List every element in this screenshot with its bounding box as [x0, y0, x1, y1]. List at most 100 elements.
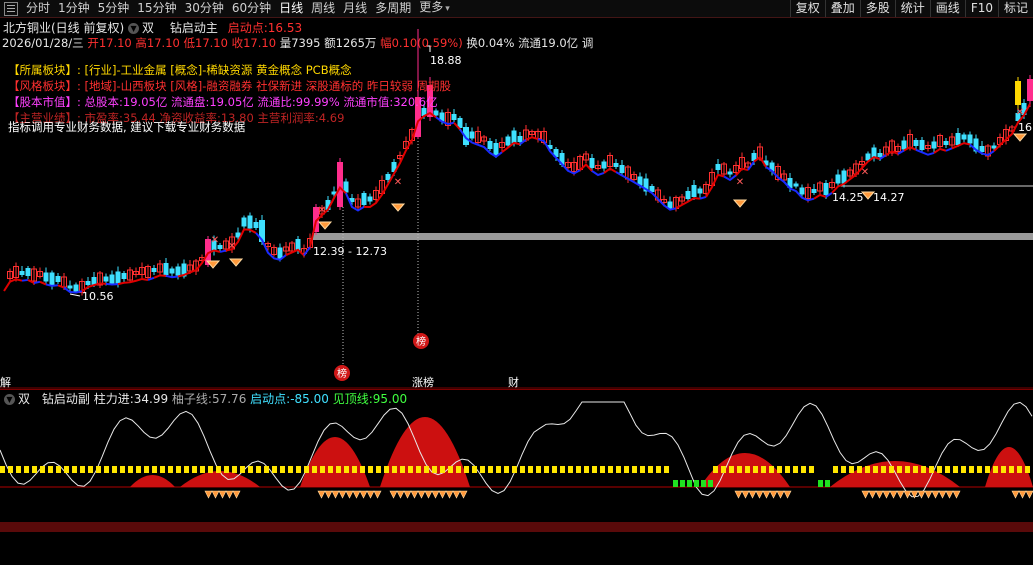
toolbar-button-0[interactable]: 复权 [789, 0, 825, 17]
tab-9[interactable]: 多周期 [371, 0, 415, 17]
diamond-icon [352, 490, 361, 499]
candle-body [43, 272, 49, 282]
yellow-dash [408, 466, 413, 473]
candle-body [823, 183, 829, 195]
candle-body [877, 153, 883, 157]
diamond-icon [438, 490, 447, 499]
ma-line [735, 167, 749, 177]
candle-body [103, 276, 109, 282]
yellow-dash [112, 466, 117, 473]
green-dash [673, 480, 678, 487]
low-price-pointer [69, 293, 81, 297]
sub-indicator-pane[interactable] [0, 389, 1033, 565]
tab-7[interactable]: 周线 [307, 0, 339, 17]
diamond-icon [896, 490, 905, 499]
chevron-down-icon[interactable]: ▼ [128, 23, 140, 34]
yellow-dash [248, 466, 253, 473]
yellow-dash [769, 466, 774, 473]
sub-mode[interactable]: 双 [18, 392, 30, 406]
diamond-icon [317, 490, 326, 499]
toolbar-button-1[interactable]: 叠加 [824, 0, 860, 17]
menu-icon[interactable] [4, 1, 18, 16]
yellow-dash [440, 466, 445, 473]
ma-line [591, 170, 605, 177]
tab-4[interactable]: 30分钟 [181, 0, 228, 17]
yellow-dash [929, 466, 934, 473]
tab-5[interactable]: 60分钟 [228, 0, 275, 17]
yellow-dash [600, 466, 605, 473]
yellow-dash [953, 466, 958, 473]
cross-icon: ✕ [228, 241, 236, 252]
diamond-icon [755, 490, 764, 499]
quote-amt: 1265万 [335, 36, 377, 50]
diamond-icon [403, 490, 412, 499]
tab-6[interactable]: 日线 [275, 0, 307, 17]
candle-body [979, 146, 985, 152]
yellow-dash [88, 466, 93, 473]
yellow-dash [24, 466, 29, 473]
tab-3[interactable]: 15分钟 [133, 0, 180, 17]
yellow-dash [16, 466, 21, 473]
yellow-dash [352, 466, 357, 473]
yellow-dash [136, 466, 141, 473]
chevron-down-icon[interactable]: ▼ [4, 394, 15, 405]
yellow-dash [993, 466, 998, 473]
yellow-dash [448, 466, 453, 473]
yellow-dash [713, 466, 718, 473]
yellow-dash [144, 466, 149, 473]
toolbar-button-2[interactable]: 多股 [859, 0, 895, 17]
stock-title: 北方铜业(日线 前复权) [3, 21, 125, 35]
sub-indicator-canvas[interactable] [0, 390, 1033, 565]
yellow-dash [785, 466, 790, 473]
ma-line [21, 278, 29, 282]
quote-vol-label: 量 [279, 36, 292, 50]
candle-body [589, 158, 595, 168]
main-indicator-name[interactable]: 钻启动主 [170, 21, 218, 35]
candle-body [505, 136, 511, 146]
period-tabs: 分时 1分钟 5分钟 15分钟 30分钟 60分钟 日线 周线 月线 多周期 更多 [0, 0, 454, 17]
green-dash [818, 480, 823, 487]
yellow-dash [128, 466, 133, 473]
quote-line: 2026/01/28/三 开17.10 高17.10 低17.10 收17.10… [2, 35, 593, 51]
sub-indicator-name[interactable]: 钻启动副 [42, 392, 90, 406]
diamond-icon [317, 221, 333, 230]
diamond-icon [211, 490, 220, 499]
tab-1[interactable]: 1分钟 [54, 0, 94, 17]
yellow-dash [592, 466, 597, 473]
range-label: 12.39 - 12.73 [313, 245, 387, 258]
toolbar-button-3[interactable]: 统计 [894, 0, 930, 17]
cap-label: 【股本市值】: [8, 95, 81, 109]
diamond-icon [396, 490, 405, 499]
toolbar-button-6[interactable]: 标记 [997, 0, 1033, 17]
start-point-label: 启动点: [227, 21, 268, 35]
toolbar-button-4[interactable]: 画线 [929, 0, 965, 17]
yellow-dash [1017, 466, 1022, 473]
quote-open: 17.10 [98, 36, 132, 50]
candle-body [1015, 81, 1021, 105]
red-hill [830, 461, 960, 487]
yellow-dash [977, 466, 982, 473]
tab-8[interactable]: 月线 [339, 0, 371, 17]
toolbar-button-5[interactable]: F10 [964, 0, 998, 17]
tab-2[interactable]: 5分钟 [94, 0, 134, 17]
yellow-dash [304, 466, 309, 473]
ma-line [27, 279, 35, 284]
ma-line [153, 274, 167, 279]
tab-0[interactable]: 分时 [22, 0, 54, 17]
candle-body [691, 185, 697, 197]
sub-indicator-header: ▼ 双 钻启动副 柱力进:34.99 柚子线:57.76 启动点:-85.00 见… [4, 390, 407, 407]
quote-low: 17.10 [195, 36, 228, 50]
diamond-icon [459, 490, 468, 499]
diamond-icon [218, 490, 227, 499]
sub-start-value: -85.00 [290, 392, 329, 406]
diamond-icon [359, 490, 368, 499]
tab-10[interactable]: 更多 [415, 0, 454, 18]
yellow-dash [1025, 466, 1030, 473]
candle-body [67, 285, 73, 289]
yellow-dash [104, 466, 109, 473]
diamond-icon [1011, 490, 1020, 499]
cai-marker: 财 [508, 375, 519, 389]
ma-line [699, 195, 707, 200]
mode-label[interactable]: 双 [142, 21, 154, 35]
yellow-dash [416, 466, 421, 473]
